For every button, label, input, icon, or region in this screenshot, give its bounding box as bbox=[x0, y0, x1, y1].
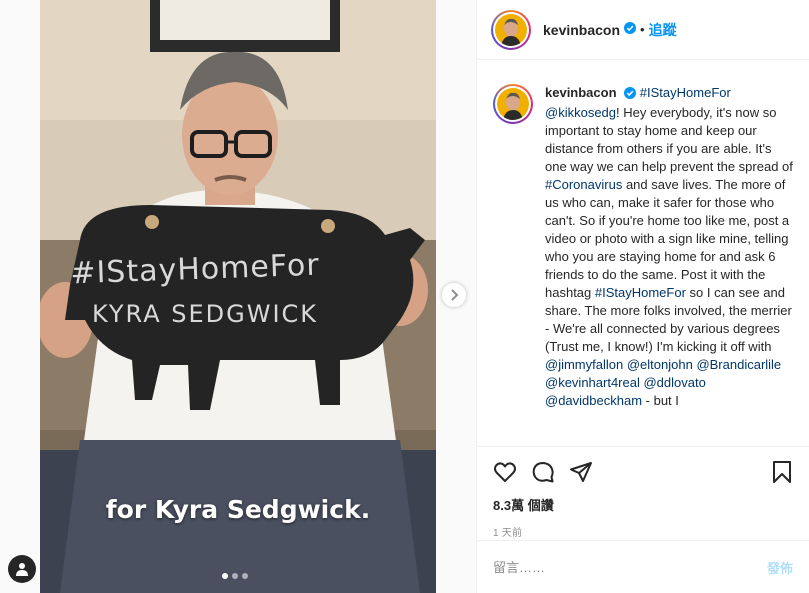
mention-link[interactable]: @jimmyfallon bbox=[545, 357, 623, 372]
bookmark-icon[interactable] bbox=[771, 460, 793, 484]
carousel-dot bbox=[232, 573, 238, 579]
hashtag-link[interactable]: #IStayHomeFor bbox=[595, 285, 686, 300]
comments-area[interactable]: kevinbacon #IStayHomeFor @kikkosedg! Hey… bbox=[477, 60, 809, 446]
comment-icon[interactable] bbox=[531, 460, 555, 484]
header-separator: • bbox=[640, 22, 645, 37]
carousel-dot bbox=[242, 573, 248, 579]
video-subtitle: for Kyra Sedgwick. bbox=[105, 495, 371, 524]
mention-link[interactable]: @kikkosedg bbox=[545, 105, 616, 120]
carousel-indicator bbox=[222, 573, 248, 579]
video-player[interactable]: #IStayHomeFor KYRA SEDGWICK for Kyra Sed… bbox=[40, 0, 436, 593]
instagram-post-modal: #IStayHomeFor KYRA SEDGWICK for Kyra Sed… bbox=[0, 0, 809, 593]
carousel-next-button[interactable] bbox=[442, 283, 466, 307]
likes-label: 個讚 bbox=[527, 498, 554, 513]
caption-row: kevinbacon #IStayHomeFor @kikkosedg! Hey… bbox=[493, 84, 793, 410]
mention-link[interactable]: @davidbeckham bbox=[545, 393, 642, 408]
mention-link[interactable]: @Brandicarlile bbox=[696, 357, 781, 372]
post-actions: 8.3萬 個讚 1 天前 bbox=[477, 446, 809, 539]
avatar[interactable] bbox=[491, 9, 531, 50]
follow-button[interactable]: 追蹤 bbox=[649, 20, 677, 40]
avatar-image bbox=[495, 13, 527, 46]
carousel-dot bbox=[222, 573, 228, 579]
post-comment-button[interactable]: 發佈 bbox=[767, 558, 793, 577]
action-icons bbox=[493, 457, 793, 487]
verified-badge-icon bbox=[624, 86, 637, 104]
tagged-users-button[interactable] bbox=[8, 555, 36, 583]
caption-text: kevinbacon #IStayHomeFor @kikkosedg! Hey… bbox=[545, 84, 793, 410]
mention-link[interactable]: @eltonjohn bbox=[627, 357, 693, 372]
chevron-right-icon bbox=[451, 289, 459, 301]
post-media: #IStayHomeFor KYRA SEDGWICK for Kyra Sed… bbox=[0, 0, 476, 593]
person-icon bbox=[16, 563, 28, 576]
mention-link[interactable]: @ddlovato bbox=[643, 375, 705, 390]
heart-icon[interactable] bbox=[493, 460, 517, 484]
media-letterbox-left bbox=[0, 0, 40, 593]
hashtag-link[interactable]: #IStayHomeFor bbox=[640, 85, 731, 100]
comment-input[interactable] bbox=[493, 559, 767, 575]
sign-text-name: KYRA SEDGWICK bbox=[91, 300, 319, 328]
post-timestamp[interactable]: 1 天前 bbox=[493, 524, 793, 539]
likes-count[interactable]: 8.3萬 個讚 bbox=[493, 495, 793, 514]
caption-text-segment: and save lives. The more of us who can, … bbox=[545, 177, 790, 300]
share-icon[interactable] bbox=[569, 460, 593, 484]
verified-badge-icon bbox=[624, 22, 637, 37]
post-header: kevinbacon • 追蹤 bbox=[477, 0, 809, 60]
caption-username-link[interactable]: kevinbacon bbox=[545, 85, 617, 100]
avatar-image bbox=[497, 88, 529, 120]
caption-text-segment: - but I bbox=[642, 393, 679, 408]
add-comment-form: 發佈 bbox=[477, 540, 809, 593]
caption-avatar[interactable] bbox=[493, 84, 533, 124]
hashtag-link[interactable]: #Coronavirus bbox=[545, 177, 622, 192]
caption-content: #IStayHomeFor @kikkosedg! Hey everybody,… bbox=[545, 85, 793, 408]
username-link[interactable]: kevinbacon bbox=[543, 22, 620, 38]
mention-link[interactable]: @kevinhart4real bbox=[545, 375, 640, 390]
post-details-panel: kevinbacon • 追蹤 kevinbacon #IStayHomeFor… bbox=[476, 0, 809, 593]
likes-number: 8.3萬 bbox=[493, 498, 525, 513]
